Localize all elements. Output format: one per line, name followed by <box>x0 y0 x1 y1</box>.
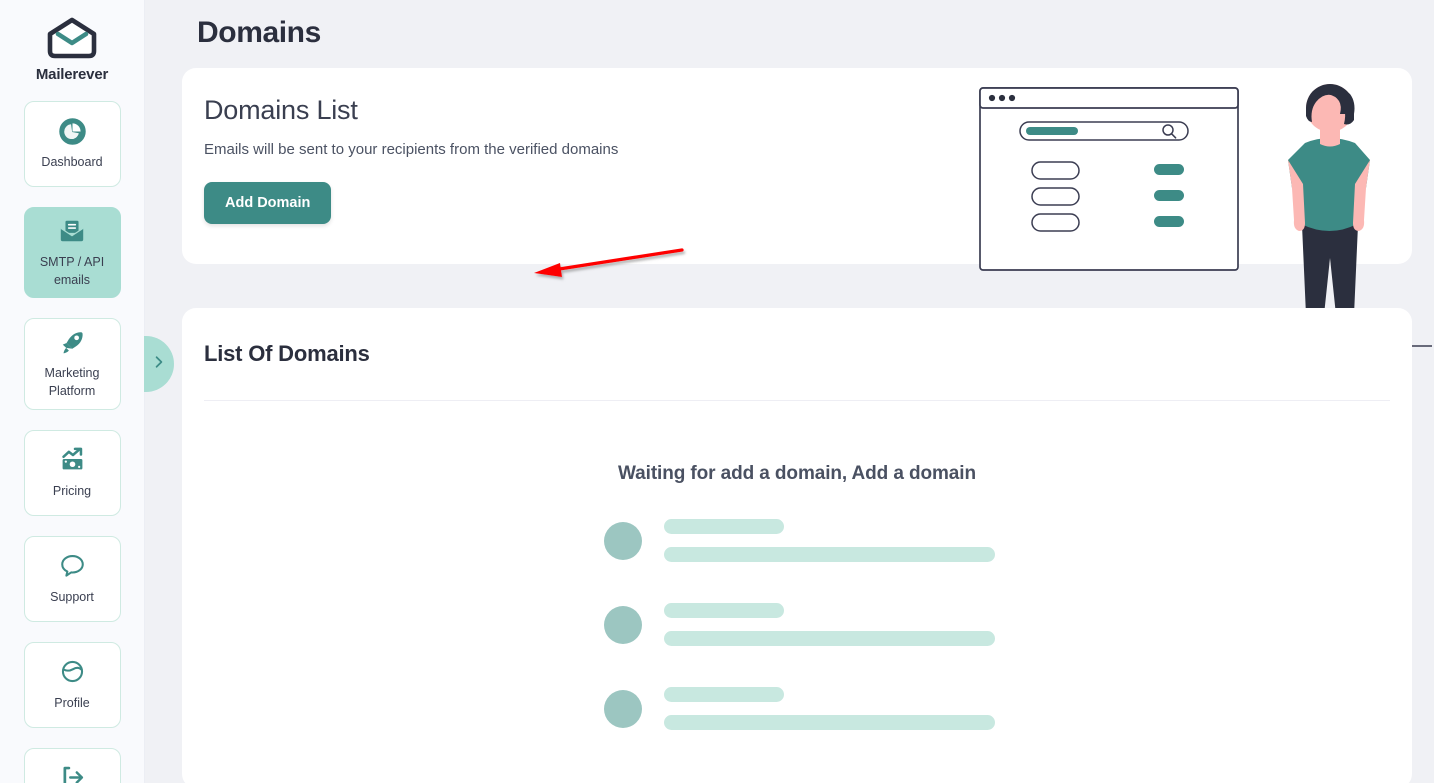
sidebar-item-label: SMTP / API emails <box>39 255 105 288</box>
section-divider <box>204 400 1390 401</box>
chat-bubble-icon <box>57 551 87 581</box>
sidebar-item-support[interactable]: Support <box>23 535 121 622</box>
skeleton-row <box>604 603 995 646</box>
list-of-domains-card: List Of Domains Waiting for add a domain… <box>182 308 1412 783</box>
empty-state: Waiting for add a domain, Add a domain <box>182 463 1412 771</box>
sidebar-item-smtp-api-emails[interactable]: SMTP / API emails <box>23 207 121 299</box>
envelope-logo-icon <box>45 16 99 60</box>
app-root: Mailerever Dashboard SMTP / API emails M… <box>0 0 1434 783</box>
skeleton-row <box>604 519 995 562</box>
empty-state-message: Waiting for add a domain, Add a domain <box>618 463 976 484</box>
hero-subtitle: Emails will be sent to your recipients f… <box>204 141 619 158</box>
skeleton-avatar <box>604 605 642 644</box>
list-section-title: List Of Domains <box>204 341 370 366</box>
rocket-icon <box>57 327 87 357</box>
skeleton-lines <box>664 519 995 562</box>
sidebar: Mailerever Dashboard SMTP / API emails M… <box>0 0 145 783</box>
logout-arrow-icon <box>57 763 87 783</box>
sidebar-item-label: Marketing Platform <box>44 366 100 399</box>
sidebar-item-pricing[interactable]: Pricing <box>23 429 121 516</box>
sidebar-item-label: Pricing <box>52 483 92 498</box>
add-domain-button[interactable]: Add Domain <box>204 182 332 224</box>
hero-title: Domains List <box>204 95 358 125</box>
brand-name: Mailerever <box>35 66 109 83</box>
domains-list-hero-card: Domains List Emails will be sent to your… <box>182 68 1432 347</box>
sidebar-item-dashboard[interactable]: Dashboard <box>23 101 121 187</box>
page-title: Domains <box>197 16 321 49</box>
brand: Mailerever <box>36 16 108 83</box>
skeleton-line-long <box>664 715 995 730</box>
skeleton-line-short <box>664 519 784 534</box>
sidebar-item-profile[interactable]: Profile <box>23 641 121 728</box>
sidebar-item-marketing-platform[interactable]: Marketing Platform <box>23 318 121 410</box>
chevron-right-icon <box>151 354 167 375</box>
skeleton-lines <box>664 687 995 730</box>
skeleton-row <box>604 687 995 730</box>
red-arrow-annotation <box>512 228 712 298</box>
skeleton-line-short <box>664 687 784 702</box>
pie-chart-icon <box>57 116 87 146</box>
money-trend-icon <box>57 445 87 475</box>
sidebar-nav: Dashboard SMTP / API emails Marketing Pl… <box>0 101 144 783</box>
open-envelope-icon <box>57 216 87 246</box>
user-face-icon <box>57 657 87 687</box>
sidebar-item-label: Dashboard <box>41 155 103 170</box>
skeleton-line-long <box>664 547 995 562</box>
skeleton-avatar <box>604 521 642 560</box>
sidebar-item-label: Profile <box>54 695 90 710</box>
sidebar-item-logout[interactable]: Logout <box>23 747 121 783</box>
skeleton-line-long <box>664 631 995 646</box>
skeleton-avatar <box>604 689 642 728</box>
sidebar-item-label: Support <box>50 589 94 604</box>
skeleton-lines <box>664 603 995 646</box>
main-content: Domains Domains List Emails will be sent… <box>145 0 1434 783</box>
skeleton-line-short <box>664 603 784 618</box>
